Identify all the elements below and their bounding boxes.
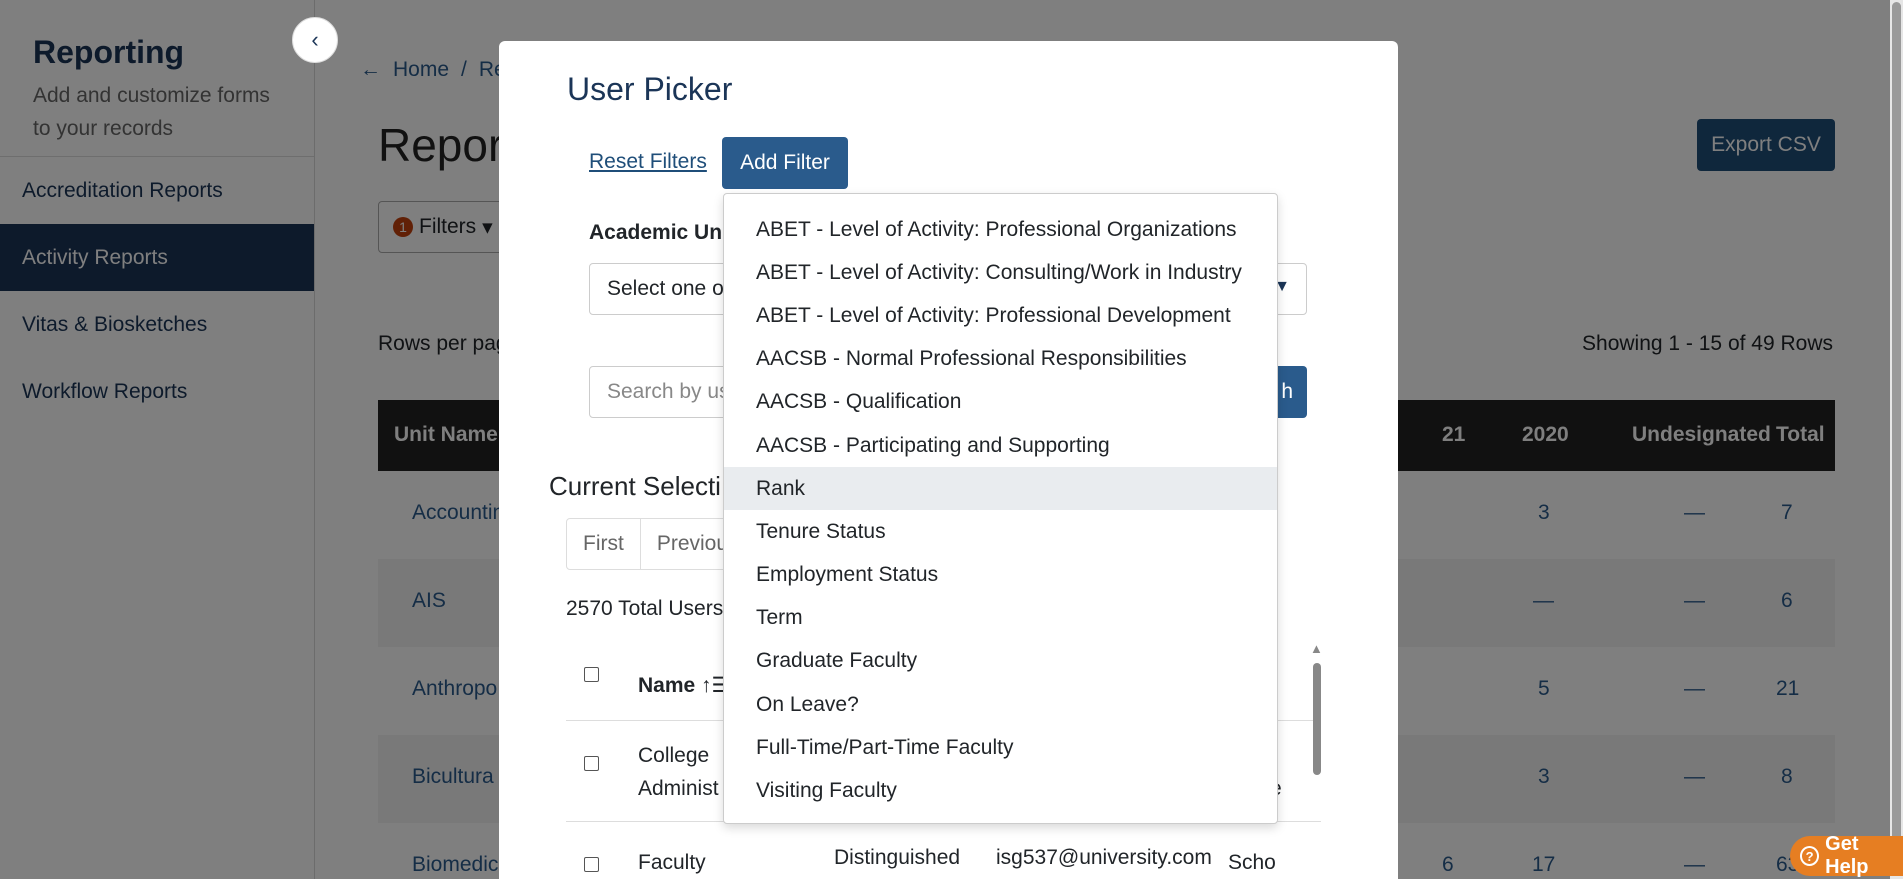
menu-item-visiting-faculty[interactable]: Visiting Faculty [724,769,1277,812]
get-help-label: Get Help [1825,833,1869,878]
user-rank: Distinguished [834,846,961,869]
menu-item-abet-consulting-work-in-industry[interactable]: ABET - Level of Activity: Consulting/Wor… [724,251,1277,294]
page-scrollbar[interactable] [1890,0,1903,879]
header-name[interactable]: Name ↑☰ [638,673,730,698]
pager-first[interactable]: First [567,519,641,569]
menu-item-full-time-part-time-faculty[interactable]: Full-Time/Part-Time Faculty [724,726,1277,769]
user-email: isg537@university.com [996,846,1212,869]
add-filter-dropdown-menu: ABET - Level of Activity: Professional O… [723,193,1278,824]
current-selection-heading: Current Selecti [549,471,721,501]
menu-item-tenure-status[interactable]: Tenure Status [724,510,1277,553]
table-row: Faculty Distinguished isg537@university.… [566,822,1321,879]
row-checkbox[interactable] [584,857,599,872]
header-name-label: Name [638,674,696,697]
menu-item-on-leave[interactable]: On Leave? [724,683,1277,726]
pagination: First Previou [566,518,747,570]
reset-filters-link[interactable]: Reset Filters [589,150,707,174]
user-unit: Scho [1228,851,1276,874]
academic-unit-label: Academic Uni [589,221,728,244]
total-users-count: 2570 Total Users [566,597,724,620]
user-name: Faculty [638,851,706,874]
menu-item-aacsb-qualification[interactable]: AACSB - Qualification [724,381,1277,424]
page-scrollbar-thumb[interactable] [1892,2,1901,872]
menu-item-abet-professional-development[interactable]: ABET - Level of Activity: Professional D… [724,294,1277,337]
user-table-scrollbar[interactable]: ▲ [1310,641,1324,879]
menu-item-graduate-faculty[interactable]: Graduate Faculty [724,640,1277,683]
get-help-button[interactable]: ? Get Help [1790,833,1903,878]
help-icon: ? [1800,846,1820,866]
add-filter-button[interactable]: Add Filter [722,137,848,189]
menu-item-aacsb-participating-supporting[interactable]: AACSB - Participating and Supporting [724,424,1277,467]
menu-item-employment-status[interactable]: Employment Status [724,554,1277,597]
scrollbar-thumb[interactable] [1313,663,1321,775]
select-placeholder: Select one o [607,277,724,300]
menu-item-abet-professional-organizations[interactable]: ABET - Level of Activity: Professional O… [724,208,1277,251]
modal-title: User Picker [567,71,733,107]
menu-item-term[interactable]: Term [724,597,1277,640]
menu-item-aacsb-normal-professional-responsibilities[interactable]: AACSB - Normal Professional Responsibili… [724,338,1277,381]
sidebar-collapse-button[interactable]: ‹ [292,17,338,63]
select-all-checkbox[interactable] [584,667,599,682]
scroll-up-icon[interactable]: ▲ [1310,641,1323,656]
row-checkbox[interactable] [584,756,599,771]
chevron-left-icon: ‹ [311,27,319,52]
menu-item-rank[interactable]: Rank [724,467,1277,511]
